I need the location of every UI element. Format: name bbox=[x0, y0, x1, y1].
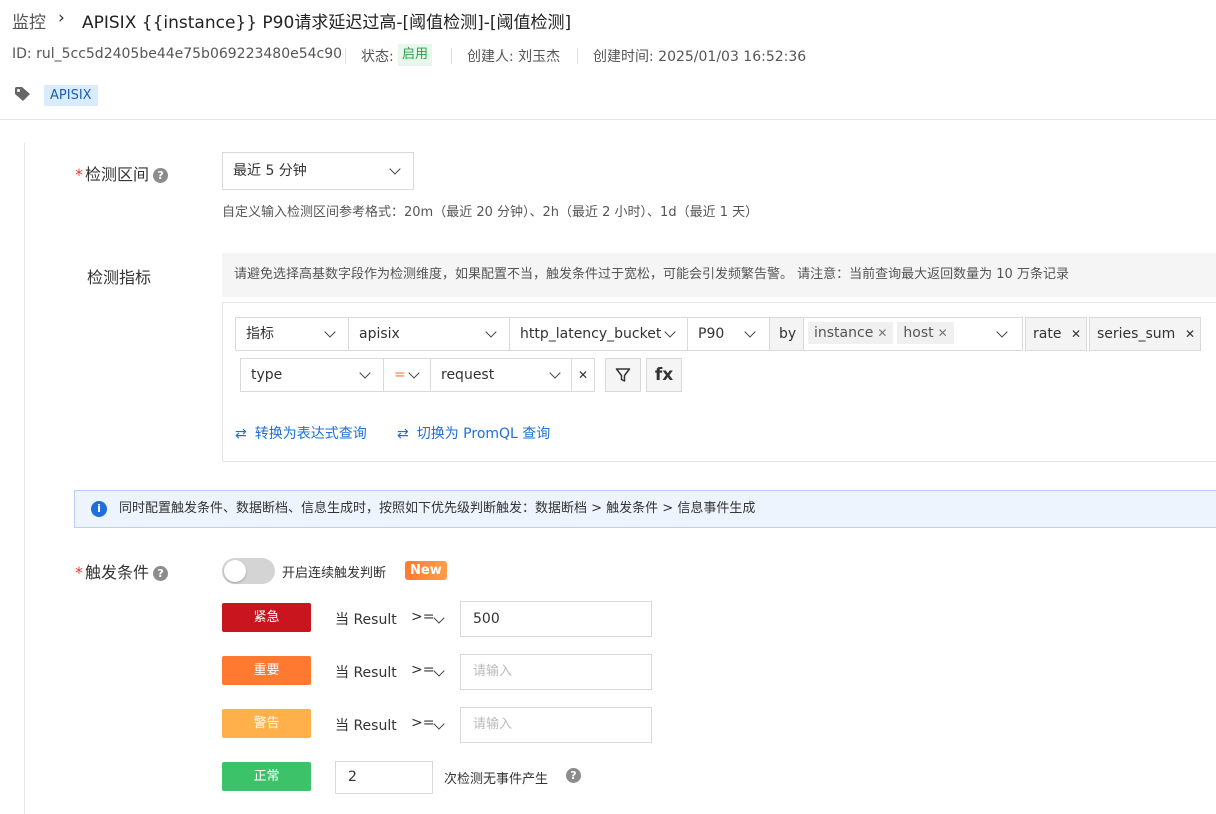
close-icon[interactable]: ✕ bbox=[1185, 318, 1195, 350]
divider bbox=[345, 48, 346, 64]
help-icon[interactable]: ? bbox=[566, 768, 581, 783]
close-icon[interactable]: ✕ bbox=[938, 326, 948, 340]
severity-critical: 紧急 bbox=[222, 603, 311, 632]
filter-value-select[interactable]: request bbox=[430, 358, 572, 392]
required-mark: * bbox=[75, 165, 83, 184]
source-select[interactable]: apisix bbox=[348, 317, 510, 351]
function-series-sum[interactable]: series_sum ✕ bbox=[1089, 317, 1201, 351]
chevron-down-icon bbox=[996, 326, 1008, 338]
normal-count-input[interactable]: 2 bbox=[335, 761, 433, 794]
condition-text: 当 Result bbox=[335, 612, 397, 628]
chevron-down-icon bbox=[433, 665, 445, 677]
close-icon[interactable]: ✕ bbox=[877, 326, 887, 340]
convert-expression-link[interactable]: ⇄ 转换为表达式查询 bbox=[235, 423, 367, 443]
operator-select[interactable]: >= bbox=[411, 662, 445, 678]
by-label: by bbox=[769, 317, 805, 351]
chevron-down-icon bbox=[744, 326, 756, 338]
chevron-down-icon bbox=[485, 326, 497, 338]
divider bbox=[577, 48, 578, 64]
switch-promql-link[interactable]: ⇄ 切换为 PromQL 查询 bbox=[397, 423, 550, 443]
severity-warning: 警告 bbox=[222, 709, 311, 738]
chevron-down-icon bbox=[359, 367, 371, 379]
operator-select[interactable]: >= bbox=[411, 609, 445, 625]
detect-range-hint: 自定义输入检测区间参考格式：20m（最近 20 分钟）、2h（最近 2 小时）、… bbox=[222, 205, 759, 220]
filter-remove-button[interactable]: ✕ bbox=[571, 358, 595, 392]
filter-icon bbox=[615, 368, 631, 382]
condition-text: 当 Result bbox=[335, 718, 397, 734]
normal-suffix-text: 次检测无事件产生 bbox=[444, 772, 549, 787]
close-icon[interactable]: ✕ bbox=[1071, 318, 1081, 350]
chevron-down-icon bbox=[433, 718, 445, 730]
help-icon[interactable]: ? bbox=[153, 168, 169, 183]
continuous-trigger-label: 开启连续触发判断 bbox=[282, 566, 387, 581]
chevron-down-icon bbox=[433, 612, 445, 624]
filter-button[interactable] bbox=[605, 358, 641, 392]
swap-icon: ⇄ bbox=[397, 426, 409, 442]
page-title: APISIX {{instance}} P90请求延迟过高-[阈值检测]-[阈值… bbox=[82, 13, 572, 33]
trigger-label: * 触发条件? bbox=[75, 559, 169, 583]
status-badge: 启用 bbox=[398, 44, 433, 66]
breadcrumb-separator-icon: › bbox=[58, 8, 65, 28]
chevron-down-icon bbox=[549, 367, 561, 379]
chevron-down-icon bbox=[389, 163, 401, 175]
detect-range-select[interactable]: 最近 5 分钟 bbox=[222, 152, 414, 190]
detect-range-value: 最近 5 分钟 bbox=[233, 163, 307, 179]
header-divider bbox=[0, 119, 1216, 120]
priority-info-bar: i 同时配置触发条件、数据断档、信息生成时，按照如下优先级判断触发：数据断档 >… bbox=[74, 490, 1216, 528]
function-rate[interactable]: rate ✕ bbox=[1025, 317, 1087, 351]
condition-text: 当 Result bbox=[335, 665, 397, 681]
aggregation-select[interactable]: P90 bbox=[687, 317, 770, 351]
metrics-label: 检测指标 bbox=[87, 268, 152, 287]
rule-id: ID: rul_5cc5d2405be44e75b069223480e54c90 bbox=[12, 46, 343, 62]
group-by-select[interactable]: instance ✕ host ✕ bbox=[803, 317, 1023, 351]
swap-icon: ⇄ bbox=[235, 426, 247, 442]
created-time: 创建时间: 2025/01/03 16:52:36 bbox=[593, 49, 807, 65]
creator: 创建人: 刘玉杰 bbox=[467, 49, 561, 65]
warning-threshold-input[interactable]: 请输入 bbox=[460, 707, 652, 743]
filter-field-select[interactable]: type bbox=[240, 358, 384, 392]
group-by-tag: instance ✕ bbox=[808, 322, 894, 344]
severity-normal: 正常 bbox=[222, 762, 311, 791]
breadcrumb-parent[interactable]: 监控 bbox=[12, 8, 46, 33]
form-rail bbox=[24, 143, 25, 814]
chevron-down-icon bbox=[324, 326, 336, 338]
detect-range-label: * 检测区间? bbox=[75, 161, 169, 185]
metrics-notice: 请避免选择高基数字段作为检测维度，如果配置不当，触发条件过于宽松，可能会引发频繁… bbox=[222, 253, 1216, 297]
chevron-down-icon bbox=[408, 367, 420, 379]
help-icon[interactable]: ? bbox=[153, 566, 169, 581]
tag-icon bbox=[15, 87, 30, 101]
divider bbox=[451, 48, 452, 64]
important-threshold-input[interactable]: 请输入 bbox=[460, 654, 652, 690]
status-label: 状态: bbox=[361, 49, 394, 65]
query-type-select[interactable]: 指标 bbox=[235, 317, 349, 351]
critical-threshold-input[interactable]: 500 bbox=[460, 601, 652, 637]
filter-operator-select[interactable]: = bbox=[383, 358, 431, 392]
toggle-knob bbox=[224, 560, 246, 582]
group-by-tag: host ✕ bbox=[897, 322, 954, 344]
new-badge: New bbox=[405, 561, 447, 580]
tag-chip[interactable]: APISIX bbox=[44, 85, 98, 106]
required-mark: * bbox=[75, 563, 83, 582]
chevron-down-icon bbox=[664, 326, 676, 338]
function-button[interactable]: fx bbox=[646, 358, 682, 392]
info-icon: i bbox=[91, 501, 107, 517]
operator-select[interactable]: >= bbox=[411, 715, 445, 731]
priority-info-text: 同时配置触发条件、数据断档、信息生成时，按照如下优先级判断触发：数据断档 > 触… bbox=[119, 501, 756, 516]
continuous-trigger-toggle[interactable] bbox=[222, 558, 275, 584]
severity-important: 重要 bbox=[222, 656, 311, 685]
close-icon: ✕ bbox=[578, 368, 589, 382]
metric-select[interactable]: http_latency_bucket bbox=[509, 317, 688, 351]
